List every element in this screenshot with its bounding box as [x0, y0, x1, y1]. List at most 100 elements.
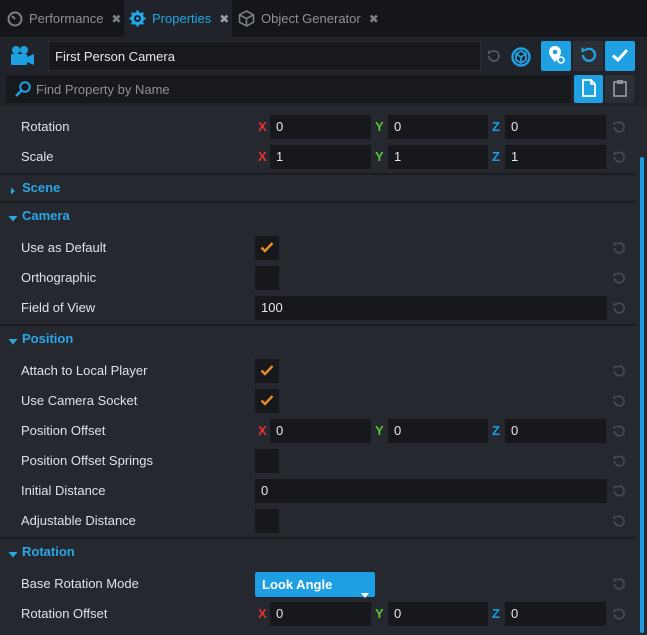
- reset-icon[interactable]: [611, 483, 627, 499]
- reset-icon[interactable]: [611, 300, 627, 316]
- axis-x-label: X: [258, 149, 267, 164]
- reset-icon[interactable]: [611, 576, 627, 592]
- gear-icon: [129, 10, 146, 27]
- axis-x-label: X: [258, 423, 267, 438]
- property-label: Initial Distance: [21, 483, 106, 498]
- close-icon[interactable]: ✖: [219, 12, 229, 26]
- reset-icon[interactable]: [611, 363, 627, 379]
- networking-icon[interactable]: [509, 45, 533, 69]
- tab-properties[interactable]: Properties ✖: [124, 0, 232, 37]
- map-pin-icon: [546, 45, 566, 68]
- axis-y-label: Y: [375, 606, 384, 621]
- apply-button[interactable]: [605, 41, 635, 71]
- undo-icon: [578, 45, 598, 68]
- section-position[interactable]: Position: [0, 324, 636, 352]
- scrollbar-thumb[interactable]: [640, 157, 644, 633]
- reset-icon[interactable]: [611, 240, 627, 256]
- property-label: Base Rotation Mode: [21, 576, 139, 591]
- property-row-rotation-offset: Rotation Offset X 0 Y 0 Z 0: [0, 599, 636, 629]
- scale-x-input[interactable]: 1: [270, 145, 371, 169]
- section-camera[interactable]: Camera: [0, 201, 636, 229]
- clipboard-icon: [612, 79, 628, 100]
- scale-z-input[interactable]: 1: [505, 145, 606, 169]
- rotation-offset-z-input[interactable]: 0: [505, 602, 606, 626]
- reset-icon[interactable]: [611, 270, 627, 286]
- base-rotation-mode-select[interactable]: Look Angle: [255, 572, 375, 598]
- position-offset-springs-checkbox[interactable]: [255, 449, 279, 473]
- property-label: Use Camera Socket: [21, 393, 138, 408]
- axis-z-label: Z: [492, 606, 500, 621]
- property-label: Rotation Offset: [21, 606, 108, 621]
- rotation-y-input[interactable]: 0: [388, 115, 488, 139]
- attach-to-local-player-checkbox[interactable]: [255, 359, 279, 383]
- use-as-default-checkbox[interactable]: [255, 236, 279, 260]
- close-icon[interactable]: ✖: [369, 12, 379, 26]
- property-label: Position Offset: [21, 423, 106, 438]
- property-label: Attach to Local Player: [21, 363, 148, 378]
- property-search[interactable]: Find Property by Name: [6, 75, 571, 103]
- checkmark-icon: [260, 241, 274, 256]
- reset-icon[interactable]: [611, 119, 627, 135]
- rotation-offset-x-input[interactable]: 0: [270, 602, 371, 626]
- axis-y-label: Y: [375, 423, 384, 438]
- tab-label: Object Generator: [261, 11, 361, 26]
- scale-y-input[interactable]: 1: [388, 145, 488, 169]
- search-input[interactable]: Find Property by Name: [36, 82, 170, 97]
- chevron-down-icon: [8, 548, 18, 558]
- revert-button[interactable]: [573, 41, 603, 71]
- reset-icon[interactable]: [611, 423, 627, 439]
- axis-z-label: Z: [492, 423, 500, 438]
- chevron-down-icon: [8, 335, 18, 345]
- gauge-icon: [6, 10, 23, 27]
- property-label: Position Offset Springs: [21, 453, 153, 468]
- property-row-position-offset-springs: Position Offset Springs: [0, 446, 636, 476]
- property-row-use-camera-socket: Use Camera Socket: [0, 386, 636, 416]
- axis-y-label: Y: [375, 119, 384, 134]
- rotation-offset-y-input[interactable]: 0: [388, 602, 488, 626]
- property-label: Use as Default: [21, 240, 107, 255]
- checkmark-icon: [260, 364, 274, 379]
- reset-icon[interactable]: [611, 393, 627, 409]
- axis-x-label: X: [258, 119, 267, 134]
- property-row-adjustable-distance: Adjustable Distance: [0, 506, 636, 536]
- property-row-attach-to-local-player: Attach to Local Player: [0, 356, 636, 386]
- properties-header: First Person Camera Find Property by Nam…: [0, 37, 647, 107]
- axis-z-label: Z: [492, 149, 500, 164]
- tab-object-generator[interactable]: Object Generator ✖: [234, 0, 384, 37]
- reset-icon[interactable]: [611, 149, 627, 165]
- rotation-x-input[interactable]: 0: [270, 115, 371, 139]
- orthographic-checkbox[interactable]: [255, 266, 279, 290]
- property-row-initial-distance: Initial Distance 0: [0, 476, 636, 506]
- cube-icon: [238, 10, 255, 27]
- reset-icon[interactable]: [611, 606, 627, 622]
- property-row-use-as-default: Use as Default: [0, 233, 636, 263]
- tab-performance[interactable]: Performance ✖: [0, 0, 122, 37]
- close-icon[interactable]: ✖: [111, 12, 121, 26]
- copy-button[interactable]: [574, 75, 603, 103]
- reset-icon[interactable]: [611, 453, 627, 469]
- adjustable-distance-checkbox[interactable]: [255, 509, 279, 533]
- position-offset-y-input[interactable]: 0: [388, 419, 488, 443]
- use-camera-socket-checkbox[interactable]: [255, 389, 279, 413]
- object-name-input[interactable]: First Person Camera: [48, 41, 481, 71]
- property-row-position-offset: Position Offset X 0 Y 0 Z 0: [0, 416, 636, 446]
- field-of-view-input[interactable]: 100: [255, 296, 607, 320]
- initial-distance-input[interactable]: 0: [255, 479, 607, 503]
- property-label: Orthographic: [21, 270, 97, 285]
- position-offset-z-input[interactable]: 0: [505, 419, 606, 443]
- locate-button[interactable]: [541, 41, 571, 71]
- section-scene[interactable]: Scene: [0, 173, 636, 201]
- reset-icon[interactable]: [486, 48, 502, 64]
- position-offset-x-input[interactable]: 0: [270, 419, 371, 443]
- rotation-z-input[interactable]: 0: [505, 115, 606, 139]
- paste-button[interactable]: [605, 75, 634, 103]
- section-rotation[interactable]: Rotation: [0, 537, 636, 565]
- camera-icon: [10, 45, 36, 69]
- reset-icon[interactable]: [611, 513, 627, 529]
- axis-y-label: Y: [375, 149, 384, 164]
- select-value: Look Angle: [262, 577, 333, 592]
- section-title: Position: [22, 331, 74, 346]
- section-title: Camera: [22, 208, 70, 223]
- property-label: Field of View: [21, 300, 96, 315]
- property-label: Adjustable Distance: [21, 513, 136, 528]
